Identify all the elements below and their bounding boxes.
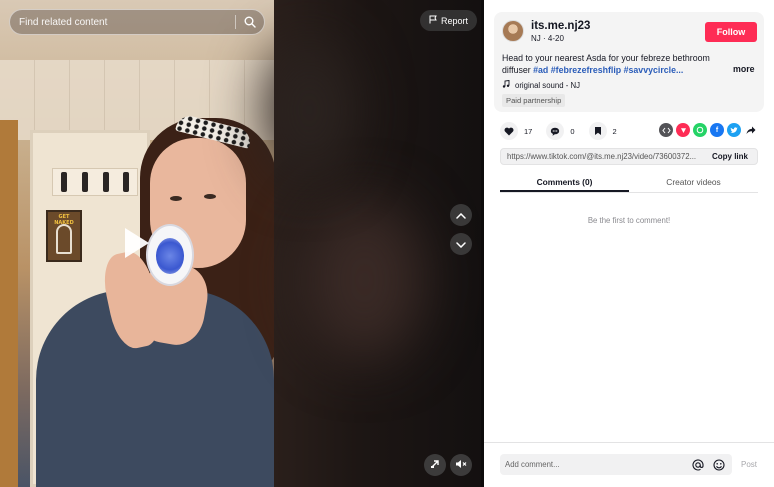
tab-comments[interactable]: Comments (0) [500, 173, 629, 192]
hashtag-link[interactable]: #savvycircle... [624, 65, 684, 75]
mention-icon[interactable] [690, 457, 705, 472]
friends-icon[interactable] [676, 123, 690, 137]
twitter-icon[interactable] [727, 123, 741, 137]
report-button[interactable]: Report [420, 10, 478, 31]
facebook-icon[interactable]: f [710, 123, 724, 137]
coat-hook [123, 172, 129, 192]
play-icon[interactable] [125, 228, 149, 258]
comment-composer[interactable] [500, 454, 732, 475]
search-input[interactable] [10, 10, 235, 34]
whatsapp-icon[interactable] [693, 123, 707, 137]
picture-in-picture-button[interactable] [424, 454, 446, 476]
video-link-url[interactable]: https://www.tiktok.com/@its.me.nj23/vide… [501, 152, 703, 161]
door-frame [0, 120, 18, 487]
bookmark-icon [594, 127, 601, 135]
search-bar[interactable] [9, 9, 265, 35]
comment-icon [551, 127, 560, 136]
copy-link-button[interactable]: Copy link [703, 152, 757, 161]
paid-partnership-badge: Paid partnership [502, 94, 566, 107]
chevron-up-icon [456, 206, 466, 224]
skeleton-image [56, 224, 72, 254]
comment-button[interactable] [546, 122, 565, 140]
like-button[interactable] [500, 122, 518, 140]
comment-count: 0 [570, 126, 575, 136]
flag-icon [429, 15, 437, 26]
like-count: 17 [524, 126, 533, 136]
save-button[interactable] [588, 122, 607, 140]
chevron-down-icon [456, 235, 466, 253]
engagement-bar: 17 0 2 [500, 122, 631, 140]
share-options: f [659, 123, 758, 137]
picture-in-picture-icon [430, 456, 441, 474]
post-button[interactable]: Post [741, 460, 757, 469]
diffuser-product [146, 224, 194, 286]
next-video-button[interactable] [450, 233, 472, 255]
sound-label: original sound - NJ [515, 80, 581, 90]
person-eye [170, 196, 182, 201]
tiktok-video-page: GET NAKED Find related content Report it… [0, 0, 774, 487]
embed-icon[interactable] [659, 123, 673, 137]
wall-poster: GET NAKED [46, 210, 82, 262]
mute-button[interactable] [450, 454, 472, 476]
diffuser-light [156, 238, 184, 274]
heart-icon [504, 127, 514, 135]
hashtag-link[interactable]: #febrezefreshflip [551, 65, 621, 75]
video-player[interactable]: GET NAKED Find related content Report [0, 0, 484, 487]
volume-muted-icon [455, 456, 467, 474]
person-eye [204, 194, 216, 199]
panel-tabs: Comments (0) Creator videos [500, 173, 758, 193]
report-label: Report [441, 15, 469, 26]
coat-hook [103, 172, 109, 192]
composer-divider [484, 442, 774, 443]
coat-hook [82, 172, 88, 192]
follow-button[interactable]: Follow [705, 22, 757, 42]
save-count: 2 [612, 126, 617, 136]
hashtag-link[interactable]: #ad [533, 65, 548, 75]
details-panel: its.me.nj23 NJ · 4-20 Follow Head to you… [484, 0, 774, 487]
author-username[interactable]: its.me.nj23 [531, 20, 590, 32]
coat-hook [61, 172, 67, 192]
search-icon[interactable] [236, 10, 264, 34]
comment-input[interactable] [500, 454, 690, 475]
avatar[interactable] [502, 20, 524, 42]
video-info-card: its.me.nj23 NJ · 4-20 Follow Head to you… [494, 12, 764, 112]
video-link-field[interactable]: https://www.tiktok.com/@its.me.nj23/vide… [500, 148, 758, 165]
share-arrow-icon[interactable] [744, 123, 758, 137]
emoji-icon[interactable] [711, 457, 726, 472]
sound-link[interactable]: original sound - NJ [502, 79, 581, 90]
video-frame[interactable]: GET NAKED [0, 0, 274, 487]
more-button[interactable]: more [733, 64, 755, 74]
author-subline: NJ · 4-20 [531, 34, 564, 43]
previous-video-button[interactable] [450, 204, 472, 226]
tab-creator-videos[interactable]: Creator videos [629, 173, 758, 192]
blur-shape [264, 40, 354, 180]
music-note-icon [502, 79, 510, 90]
video-description: Head to your nearest Asda for your febre… [502, 52, 732, 76]
blur-shape [304, 200, 424, 360]
comments-empty-message: Be the first to comment! [587, 216, 671, 225]
